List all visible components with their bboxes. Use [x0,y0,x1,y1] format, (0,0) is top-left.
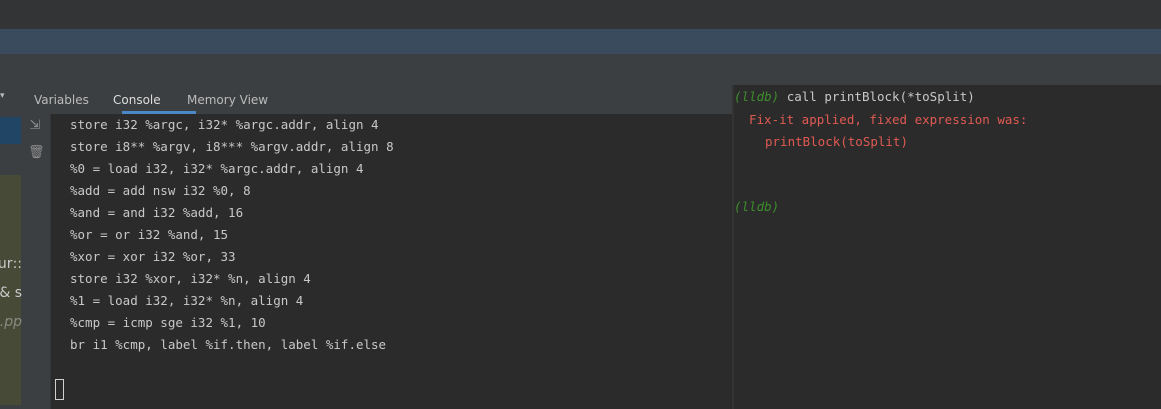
console-input-cursor[interactable] [55,379,64,400]
console-line: br i1 %cmp, label %if.then, label %if.el… [70,337,387,352]
code-fragment: ::ur [0,256,22,272]
debug-toolbar [0,54,1161,86]
left-panel-strip: ▾ ::ur s &, pp. [0,85,22,409]
console-line: store i32 %argc, i32* %argc.addr, align … [70,117,379,132]
console-line: store i32 %xor, i32* %n, align 4 [70,271,311,286]
console-line: %xor = xor i32 %or, 33 [70,249,236,264]
selected-frame-bar [0,29,1161,54]
console-line: %cmp = icmp sge i32 %1, 10 [70,315,266,330]
code-fragment: s &, [0,285,22,301]
debugger-tab-bar: Variables Console Memory View [22,85,732,115]
console-line: %add = add nsw i32 %0, 8 [70,183,251,198]
console-line: %and = and i32 %add, 16 [70,205,244,220]
chevron-down-icon[interactable]: ▾ [0,91,10,103]
lldb-command-line: (lldb) call printBlock(*toSplit) [734,89,975,104]
console-output[interactable]: store i32 %argc, i32* %argc.addr, align … [51,114,732,409]
code-fragment: pp. [0,314,22,330]
lldb-prompt: (lldb) [734,199,780,214]
lldb-command: call printBlock(*toSplit) [786,89,975,104]
fixit-message: Fix-it applied, fixed expression was: [749,112,1028,127]
lldb-console[interactable]: (lldb) call printBlock(*toSplit) Fix-it … [734,85,1161,409]
tab-memory-view[interactable]: Memory View [187,93,268,107]
tab-variables[interactable]: Variables [34,93,89,107]
console-line: store i8** %argv, i8*** %argv.addr, alig… [70,139,394,154]
title-bar [0,0,1161,30]
selected-frame-edge[interactable] [0,117,21,144]
trash-icon[interactable]: 🗑 [28,145,45,160]
tab-console[interactable]: Console [113,93,161,107]
lldb-prompt: (lldb) [734,89,780,104]
console-line: %0 = load i32, i32* %argc.addr, align 4 [70,161,364,176]
console-line: %or = or i32 %and, 15 [70,227,229,242]
console-line: %1 = load i32, i32* %n, align 4 [70,293,304,308]
fixit-expression: printBlock(toSplit) [765,134,908,149]
console-gutter: ⇲ 🗑 [22,114,51,409]
scroll-to-end-icon[interactable]: ⇲ [28,118,42,133]
